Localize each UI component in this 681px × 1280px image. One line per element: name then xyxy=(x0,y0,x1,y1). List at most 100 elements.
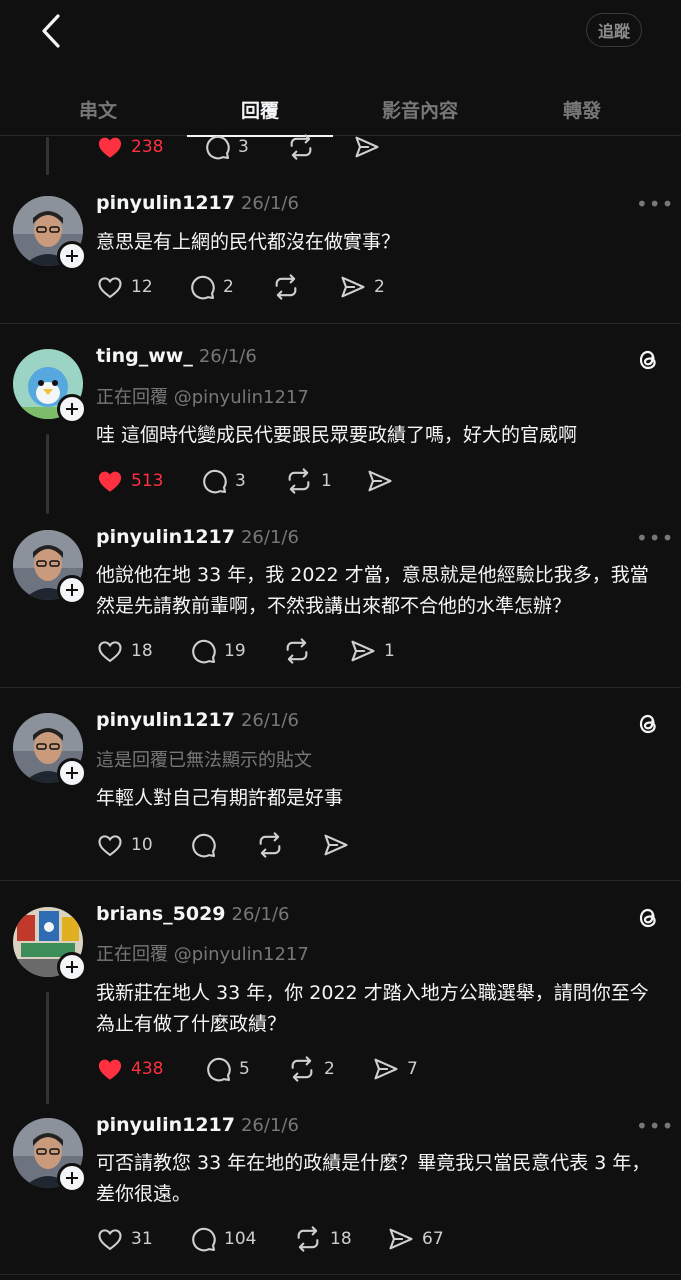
repost-button[interactable]: 18 xyxy=(293,1225,352,1253)
replying-to-text: 這是回覆已無法顯示的貼文 xyxy=(96,750,312,771)
timestamp: 26/1/6 xyxy=(240,710,299,731)
follow-plus-icon[interactable] xyxy=(57,758,87,788)
more-options-icon[interactable]: ••• xyxy=(636,1114,674,1138)
like-button[interactable]: 513 xyxy=(96,467,163,495)
like-button[interactable]: 238 xyxy=(96,133,163,161)
thread-line xyxy=(46,434,49,514)
send-icon xyxy=(351,640,375,662)
repost-button[interactable]: 1 xyxy=(284,467,332,495)
like-button[interactable]: 18 xyxy=(96,637,153,665)
like-button[interactable]: 10 xyxy=(96,831,153,859)
repost-count: 1 xyxy=(321,471,332,491)
share-button[interactable] xyxy=(366,467,394,495)
timestamp: 26/1/6 xyxy=(240,193,299,214)
like-count: 238 xyxy=(131,137,164,157)
repost-button[interactable] xyxy=(255,831,285,859)
share-button[interactable]: 7 xyxy=(372,1055,418,1083)
replying-to-text[interactable]: 正在回覆 @pinyulin1217 xyxy=(96,383,309,409)
divider xyxy=(0,1274,681,1275)
like-count: 12 xyxy=(131,277,153,297)
timestamp: 26/1/6 xyxy=(240,527,299,548)
username[interactable]: pinyulin1217 26/1/6 xyxy=(96,1114,299,1136)
repost-count: 2 xyxy=(324,1059,335,1079)
repost-icon xyxy=(286,638,308,664)
follow-plus-icon[interactable] xyxy=(57,1163,87,1193)
comment-icon xyxy=(207,1057,231,1082)
divider xyxy=(0,323,681,324)
heart-icon xyxy=(98,1229,122,1251)
reply-count: 3 xyxy=(238,137,249,157)
threads-logo-icon[interactable] xyxy=(634,710,662,738)
share-button[interactable]: 2 xyxy=(339,273,385,301)
username[interactable]: brians_5029 26/1/6 xyxy=(96,903,289,925)
reply-button[interactable]: 104 xyxy=(189,1225,256,1253)
heart-icon xyxy=(98,641,122,663)
more-options-icon[interactable]: ••• xyxy=(636,192,674,216)
tab-threads[interactable]: 串文 xyxy=(18,84,178,136)
reply-button[interactable]: 3 xyxy=(203,133,249,161)
reply-button[interactable]: 19 xyxy=(189,637,246,665)
comment-icon xyxy=(203,469,227,494)
share-button[interactable]: 67 xyxy=(387,1225,444,1253)
repost-count: 18 xyxy=(330,1229,352,1249)
timestamp: 26/1/6 xyxy=(231,904,290,925)
post-text: 他說他在地 33 年，我 2022 才當，意思就是他經驗比我多，我當然是先請教前… xyxy=(96,564,649,617)
reply-button[interactable] xyxy=(189,831,217,859)
repost-icon xyxy=(291,1056,313,1082)
username[interactable]: pinyulin1217 26/1/6 xyxy=(96,526,299,548)
comment-icon xyxy=(206,135,230,160)
username[interactable]: pinyulin1217 26/1/6 xyxy=(96,192,299,214)
send-icon xyxy=(389,1228,413,1250)
share-button[interactable]: 1 xyxy=(349,637,395,665)
repost-icon xyxy=(288,468,310,494)
post-text: 可否請教您 33 年在地的政績是什麼？畢竟我只當民意代表 3 年，差你很遠。 xyxy=(96,1152,651,1205)
heart-icon xyxy=(98,277,122,299)
send-icon xyxy=(341,276,365,298)
follow-plus-icon[interactable] xyxy=(57,952,87,982)
repost-button[interactable]: 2 xyxy=(287,1055,335,1083)
username[interactable]: ting_ww_ 26/1/6 xyxy=(96,345,257,367)
top-bar: 追蹤 xyxy=(0,0,681,70)
repost-icon xyxy=(275,274,297,300)
username[interactable]: pinyulin1217 26/1/6 xyxy=(96,709,299,731)
follow-button[interactable]: 追蹤 xyxy=(586,13,642,47)
post-text: 年輕人對自己有期許都是好事 xyxy=(96,787,344,809)
share-button[interactable] xyxy=(322,831,350,859)
divider xyxy=(0,687,681,688)
share-button[interactable] xyxy=(353,133,381,161)
timestamp: 26/1/6 xyxy=(240,1115,299,1136)
reply-button[interactable]: 2 xyxy=(188,273,234,301)
like-button[interactable]: 12 xyxy=(96,273,153,301)
follow-plus-icon[interactable] xyxy=(57,575,87,605)
threads-logo-icon[interactable] xyxy=(634,346,662,374)
repost-button[interactable] xyxy=(271,273,301,301)
repost-button[interactable] xyxy=(282,637,312,665)
comment-icon xyxy=(192,833,216,858)
repost-button[interactable] xyxy=(286,133,316,161)
post-text: 我新莊在地人 33 年，你 2022 才踏入地方公職選舉，請問你至今為止有做了什… xyxy=(96,982,649,1035)
repost-icon xyxy=(297,1226,319,1252)
heart-icon xyxy=(98,835,122,857)
more-options-icon[interactable]: ••• xyxy=(636,526,674,550)
share-count: 2 xyxy=(374,277,385,297)
divider xyxy=(0,880,681,881)
replying-to-text[interactable]: 正在回覆 @pinyulin1217 xyxy=(96,940,309,966)
reply-button[interactable]: 5 xyxy=(204,1055,250,1083)
heart-filled-icon xyxy=(98,471,122,492)
follow-plus-icon[interactable] xyxy=(57,394,87,424)
like-count: 18 xyxy=(131,641,153,661)
threads-logo-icon[interactable] xyxy=(634,904,662,932)
repost-icon xyxy=(290,134,312,160)
back-chevron-icon[interactable] xyxy=(36,12,72,50)
post-text: 意思是有上網的民代都沒在做實事？ xyxy=(96,231,401,253)
reply-count: 2 xyxy=(223,277,234,297)
follow-plus-icon[interactable] xyxy=(57,241,87,271)
reply-button[interactable]: 3 xyxy=(200,467,246,495)
tab-replies[interactable]: 回覆 xyxy=(187,84,333,137)
like-button[interactable]: 31 xyxy=(96,1225,153,1253)
like-button[interactable]: 438 xyxy=(96,1055,163,1083)
send-icon xyxy=(355,136,379,158)
tab-reposts[interactable]: 轉發 xyxy=(502,84,662,136)
timestamp: 26/1/6 xyxy=(198,346,257,367)
tab-media[interactable]: 影音內容 xyxy=(340,84,500,136)
